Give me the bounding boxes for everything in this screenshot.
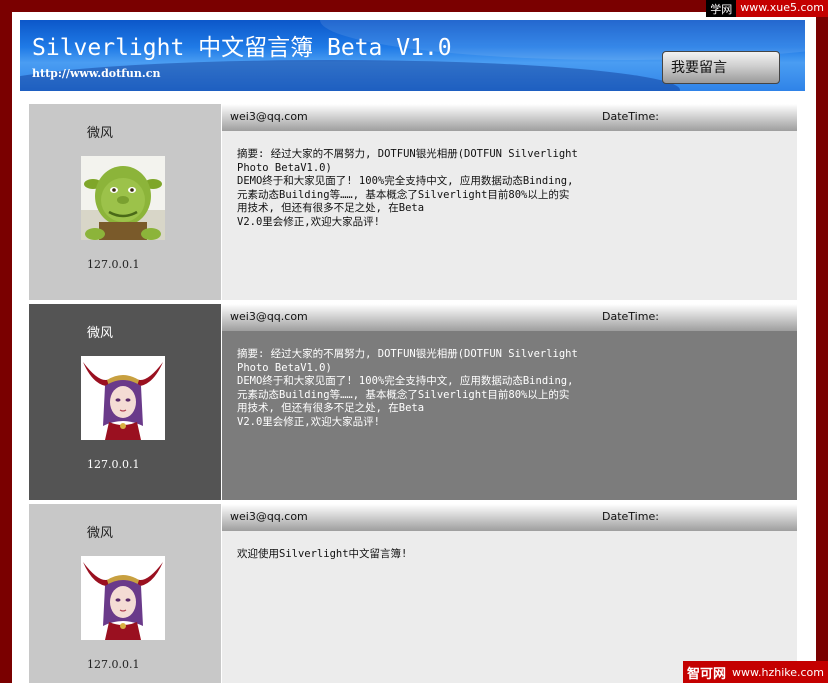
message-content: wei3@qq.com DateTime: 摘要: 经过大家的不屑努力, DOT… bbox=[222, 104, 797, 300]
site-url[interactable]: http://www.dotfun.cn bbox=[32, 67, 160, 80]
datetime-label: DateTime: bbox=[602, 510, 659, 523]
message-entry: 微风 127.0.0.1 wei3@qq.com DateTime: 摘要: 经… bbox=[29, 104, 797, 300]
watermark-url: www.hzhike.com bbox=[732, 665, 824, 679]
message-header: wei3@qq.com DateTime: bbox=[222, 504, 797, 531]
author-email[interactable]: wei3@qq.com bbox=[230, 310, 308, 323]
author-name: 微风 bbox=[87, 326, 114, 341]
message-entry: 微风 127.0.0.1 wei3@qq.com DateTime: 摘要: 经 bbox=[29, 304, 797, 500]
message-text: 欢迎使用Silverlight中文留言簿! bbox=[237, 548, 408, 560]
author-panel: 微风 127.0.0.1 bbox=[29, 304, 221, 500]
datetime-label: DateTime: bbox=[602, 310, 659, 323]
author-panel: 微风 127.0.0.1 bbox=[29, 104, 221, 300]
warrior-girl-avatar-icon bbox=[81, 556, 165, 640]
message-entry: 微风 127.0.0.1 wei3@qq.com DateTime: 欢迎使用S… bbox=[29, 504, 797, 683]
message-text: 摘要: 经过大家的不屑努力, DOTFUN银光相册(DOTFUN Silverl… bbox=[237, 348, 578, 428]
app-title: Silverlight 中文留言簿 Beta V1.0 bbox=[32, 35, 452, 61]
author-name: 微风 bbox=[87, 126, 114, 141]
author-ip: 127.0.0.1 bbox=[87, 458, 140, 471]
watermark-site: 学网 bbox=[706, 0, 737, 17]
message-header: wei3@qq.com DateTime: bbox=[222, 304, 797, 331]
author-ip: 127.0.0.1 bbox=[87, 258, 140, 271]
author-email[interactable]: wei3@qq.com bbox=[230, 510, 308, 523]
message-content: wei3@qq.com DateTime: 摘要: 经过大家的不屑努力, DOT… bbox=[222, 304, 797, 500]
watermark-url: www.xue5.com bbox=[736, 0, 828, 17]
watermark-top: 学网 www.xue5.com bbox=[706, 0, 828, 17]
watermark-bottom: 智可网 www.hzhike.com bbox=[682, 661, 828, 683]
author-email[interactable]: wei3@qq.com bbox=[230, 110, 308, 123]
author-name: 微风 bbox=[87, 526, 114, 541]
author-ip: 127.0.0.1 bbox=[87, 658, 140, 671]
message-header: wei3@qq.com DateTime: bbox=[222, 104, 797, 131]
message-text: 摘要: 经过大家的不屑努力, DOTFUN银光相册(DOTFUN Silverl… bbox=[237, 148, 578, 228]
warrior-girl-avatar-icon bbox=[81, 356, 165, 440]
datetime-label: DateTime: bbox=[602, 110, 659, 123]
ogre-avatar-icon bbox=[81, 156, 165, 240]
leave-message-button[interactable]: 我要留言 bbox=[662, 51, 780, 84]
message-content: wei3@qq.com DateTime: 欢迎使用Silverlight中文留… bbox=[222, 504, 797, 683]
author-panel: 微风 127.0.0.1 bbox=[29, 504, 221, 683]
watermark-site: 智可网 bbox=[686, 666, 726, 682]
